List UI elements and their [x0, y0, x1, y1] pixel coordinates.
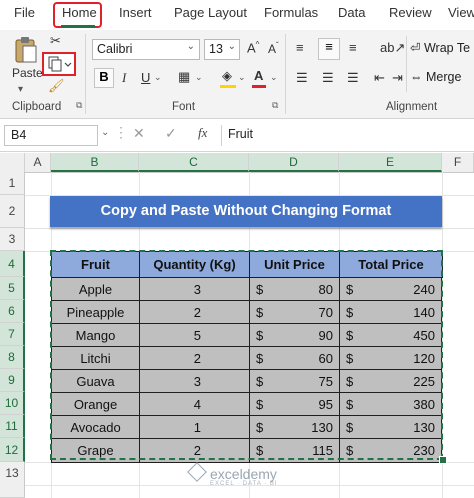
row-header-11[interactable]: 11	[0, 415, 25, 438]
name-box[interactable]: B4	[4, 125, 98, 146]
alignment-group-label: Alignment	[386, 101, 438, 113]
row-header-12[interactable]: 12	[0, 438, 25, 462]
tab-file[interactable]: File	[14, 5, 35, 20]
cut-icon[interactable]: ✂	[50, 33, 61, 49]
enter-icon[interactable]: ✓	[165, 125, 177, 142]
increase-indent-icon[interactable]: ⇥	[392, 70, 403, 86]
row-header-10[interactable]: 10	[0, 392, 25, 415]
fill-dropdown-icon[interactable]: ⌄	[238, 72, 246, 83]
align-top-icon[interactable]: ≡	[296, 40, 304, 55]
select-all-corner[interactable]	[0, 153, 25, 172]
row-header-8[interactable]: 8	[0, 346, 25, 369]
row-header-7[interactable]: 7	[0, 323, 25, 346]
font-launcher-icon[interactable]: ⧉	[272, 100, 278, 111]
font-size-box[interactable]: 13 ⌄	[204, 39, 240, 60]
font-group-label: Font	[172, 101, 196, 113]
fill-color-swatch	[220, 85, 236, 88]
borders-icon[interactable]: ▦	[178, 69, 190, 85]
row-header-6[interactable]: 6	[0, 300, 25, 323]
merge-icon: ⇔	[410, 70, 423, 84]
increase-font-icon[interactable]: A^	[247, 40, 259, 55]
align-right-icon[interactable]: ☰	[347, 70, 359, 86]
tab-insert[interactable]: Insert	[119, 5, 152, 20]
align-bottom-icon[interactable]: ≡	[349, 40, 357, 55]
clipboard-launcher-icon[interactable]: ⧉	[76, 100, 82, 111]
font-size-value: 13	[209, 42, 223, 56]
sheet-title[interactable]: Copy and Paste Without Changing Format	[50, 196, 442, 227]
row-header-2[interactable]: 2	[0, 195, 25, 228]
font-color-dropdown-icon[interactable]: ⌄	[270, 72, 278, 83]
separator	[406, 36, 407, 92]
copy-button-highlight[interactable]	[42, 52, 76, 76]
watermark-tagline: EXCEL · DATA · BI	[210, 481, 278, 487]
fill-handle[interactable]	[439, 456, 447, 464]
column-header-e[interactable]: E	[339, 153, 442, 172]
align-center-icon[interactable]: ☰	[322, 70, 334, 86]
paste-icon[interactable]	[14, 36, 38, 64]
font-name-value: Calibri	[97, 42, 133, 56]
formula-input[interactable]: Fruit	[222, 125, 474, 146]
clipboard-group-label: Clipboard	[12, 101, 62, 113]
align-left-icon[interactable]: ☰	[296, 70, 308, 86]
tab-data[interactable]: Data	[338, 5, 365, 20]
underline-dropdown-icon[interactable]: ⌄	[154, 72, 162, 83]
copy-selection-border	[50, 250, 443, 460]
insert-function-icon[interactable]: fx	[198, 125, 207, 141]
column-header-b[interactable]: B	[51, 153, 139, 172]
wrap-text-button[interactable]: ⏎ Wrap Te	[410, 40, 470, 55]
align-middle-button[interactable]: ≡	[318, 38, 340, 60]
watermark: exceldemy	[187, 462, 277, 482]
row-header-4[interactable]: 4	[0, 251, 25, 277]
more-icon: ⋮	[114, 124, 128, 140]
decrease-font-icon[interactable]: Aˇ	[268, 41, 279, 56]
name-box-dropdown-icon[interactable]: ⌄	[101, 127, 109, 138]
merge-center-button[interactable]: ⇔ Merge	[410, 70, 461, 84]
chevron-down-icon: ⌄	[227, 41, 236, 52]
row-header-9[interactable]: 9	[0, 369, 25, 392]
chevron-down-icon: ⌄	[186, 41, 195, 52]
merge-label: Merge	[425, 70, 462, 84]
fill-color-icon[interactable]: ◈	[222, 68, 232, 84]
font-name-box[interactable]: Calibri ⌄	[92, 39, 200, 60]
underline-button[interactable]: U	[141, 70, 150, 85]
ribbon: Paste ▾ ✂ 🖌 Clipboard ⧉ Calibri ⌄ 13 ⌄ A…	[0, 30, 474, 119]
column-header-d[interactable]: D	[249, 153, 339, 172]
borders-dropdown-icon[interactable]: ⌄	[195, 72, 203, 83]
row-header-1[interactable]: 1	[0, 172, 25, 195]
paste-dropdown-icon[interactable]: ▾	[18, 84, 23, 95]
watermark-logo-icon	[187, 462, 207, 482]
row-header-13[interactable]: 13	[0, 462, 25, 498]
column-header-f[interactable]: F	[442, 153, 474, 172]
decrease-indent-icon[interactable]: ⇤	[374, 70, 385, 86]
tab-formulas[interactable]: Formulas	[264, 5, 318, 20]
row-header-5[interactable]: 5	[0, 277, 25, 300]
font-color-swatch	[252, 85, 266, 88]
font-color-icon[interactable]: A	[254, 68, 263, 83]
tab-page-layout[interactable]: Page Layout	[174, 5, 247, 20]
row-header-3[interactable]: 3	[0, 228, 25, 251]
format-painter-icon[interactable]: 🖌	[48, 78, 65, 94]
paste-label[interactable]: Paste	[12, 66, 43, 80]
separator	[85, 34, 86, 114]
tab-review[interactable]: Review	[389, 5, 432, 20]
home-tab-underline	[61, 25, 95, 28]
tab-view[interactable]: View	[448, 5, 474, 20]
cancel-icon[interactable]: ✕	[133, 125, 145, 142]
wrap-text-icon: ⏎	[410, 41, 421, 55]
italic-button[interactable]: I	[122, 70, 126, 86]
wrap-text-label: Wrap Te	[423, 41, 471, 55]
gridline	[25, 228, 474, 229]
column-header-bar: A B C D E F	[0, 153, 474, 173]
watermark-brand: exceldemy	[210, 466, 277, 482]
orientation-icon[interactable]: ab↗	[380, 40, 405, 56]
separator	[285, 34, 286, 114]
bold-button[interactable]: B	[94, 68, 114, 88]
ribbon-tab-bar: File Home Insert Page Layout Formulas Da…	[0, 0, 474, 30]
column-header-a[interactable]: A	[25, 153, 51, 172]
column-header-c[interactable]: C	[139, 153, 249, 172]
